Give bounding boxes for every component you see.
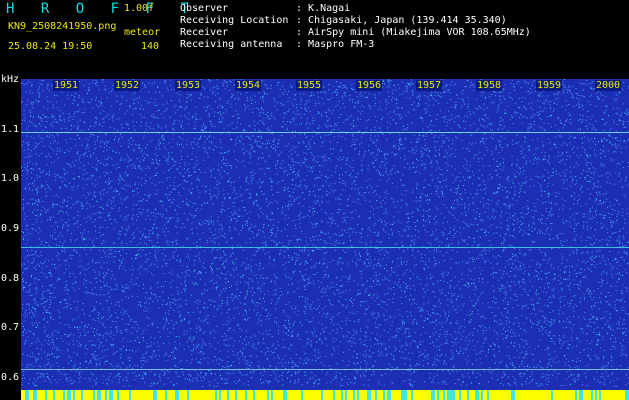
info-value: Chigasaki, Japan (139.414 35.340) bbox=[308, 15, 507, 26]
info-row-location: Receiving Location: Chigasaki, Japan (13… bbox=[180, 15, 507, 26]
file-name: KN9_2508241950.png bbox=[8, 21, 117, 32]
header-panel: H R O F F T 1.00f KN9_2508241950.png met… bbox=[0, 0, 629, 78]
carrier-line bbox=[21, 369, 629, 370]
count-value: 140 bbox=[141, 41, 160, 52]
info-row-receiver: Receiver: AirSpy mini (Miakejima VOR 108… bbox=[180, 27, 531, 38]
spectrogram-panel bbox=[21, 79, 629, 400]
station-info: Observer: K.Nagai Receiving Location: Ch… bbox=[180, 3, 531, 51]
info-row-antenna: Receiving antenna: Maspro FM-3 bbox=[180, 39, 375, 50]
y-label-1-1: 1.1 bbox=[1, 124, 20, 135]
timestamp: 25.08.24 19:50 bbox=[8, 41, 93, 52]
info-label: Observer bbox=[180, 3, 229, 14]
time-label-1956: 1956 bbox=[356, 80, 383, 91]
time-label-1959: 1959 bbox=[536, 80, 563, 91]
mode-label: meteor bbox=[124, 27, 161, 38]
y-label-0-8: 0.8 bbox=[1, 273, 20, 284]
info-label: Receiving Location bbox=[180, 15, 289, 26]
y-label-0-6: 0.6 bbox=[1, 372, 20, 383]
signal-band bbox=[21, 390, 629, 400]
time-label-1952: 1952 bbox=[114, 80, 141, 91]
info-row-observer: Observer: K.Nagai bbox=[180, 3, 351, 14]
version-label: 1.00f bbox=[124, 3, 155, 14]
spectrogram-background bbox=[21, 79, 629, 400]
y-label-1-0: 1.0 bbox=[1, 173, 20, 184]
app-title: H R O F F T bbox=[6, 1, 198, 17]
y-label-0-7: 0.7 bbox=[1, 322, 20, 333]
time-label-1954: 1954 bbox=[235, 80, 262, 91]
info-label: Receiver bbox=[180, 27, 229, 38]
time-label-1953: 1953 bbox=[175, 80, 202, 91]
time-label-2000: 2000 bbox=[595, 80, 622, 91]
info-value: AirSpy mini (Miakejima VOR 108.65MHz) bbox=[308, 27, 531, 38]
carrier-line bbox=[21, 247, 629, 248]
time-label-1955: 1955 bbox=[296, 80, 323, 91]
time-label-1957: 1957 bbox=[416, 80, 443, 91]
y-axis-unit: kHz bbox=[1, 74, 20, 85]
info-value: Maspro FM-3 bbox=[308, 39, 375, 50]
info-label: Receiving antenna bbox=[180, 39, 283, 50]
carrier-line bbox=[21, 132, 629, 133]
y-label-0-9: 0.9 bbox=[1, 223, 20, 234]
time-label-1958: 1958 bbox=[476, 80, 503, 91]
time-label-1951: 1951 bbox=[53, 80, 80, 91]
info-value: K.Nagai bbox=[308, 3, 351, 14]
spectrogram-plot bbox=[21, 79, 629, 400]
